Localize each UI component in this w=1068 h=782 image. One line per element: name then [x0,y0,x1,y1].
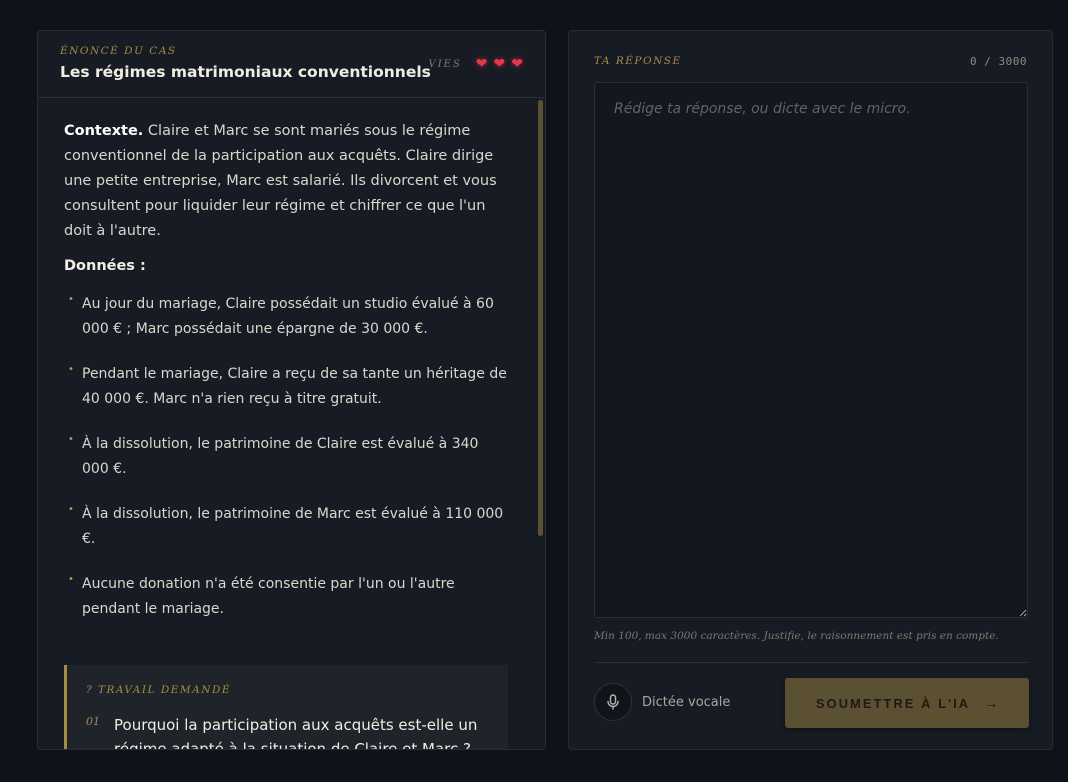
list-item: • Pendant le mariage, Claire a reçu de sa… [68,364,507,407]
answer-hint: Min 100, max 3000 caractères. Justifie, … [594,630,999,642]
voice-dictation-button[interactable] [594,683,632,721]
lives-indicator: VIES ❤ ❤ ❤ [428,57,523,71]
context-label: Contexte. [64,123,144,139]
case-header: ÉNONCÉ DU CAS Les régimes matrimoniaux c… [38,31,545,98]
data-list: • Au jour du mariage, Claire possédait un… [64,292,509,621]
case-title: Les régimes matrimoniaux conventionnels [60,63,431,81]
list-item: • À la dissolution, le patrimoine de Marc… [68,504,504,547]
list-item: • À la dissolution, le patrimoine de Clai… [68,434,479,477]
submit-button[interactable]: SOUMETTRE À L'IA → [785,678,1029,728]
list-item: • Au jour du mariage, Claire possédait un… [68,294,494,337]
answer-label: TA RÉPONSE [594,55,682,67]
statement-scrollbar[interactable] [538,100,543,536]
answer-panel: TA RÉPONSE 0 / 3000 Min 100, max 3000 ca… [568,30,1053,750]
lives-label: VIES [428,58,462,70]
bullet-icon: • [68,434,74,445]
data-title: Données : [64,258,146,274]
task-box: ? TRAVAIL DEMANDÉ 01 Pourquoi la partici… [64,665,508,750]
submit-label: SOUMETTRE À L'IA [815,695,971,711]
bullet-icon: • [68,504,74,515]
statement-body: Contexte. Claire et Marc se sont mariés … [64,119,509,642]
heart-icon: ❤ [511,56,523,72]
task-eyebrow: ? TRAVAIL DEMANDÉ [86,684,232,696]
answer-textarea[interactable] [594,82,1028,618]
context-paragraph: Contexte. Claire et Marc se sont mariés … [64,119,509,244]
bullet-icon: • [68,364,74,375]
context-text: Claire et Marc se sont mariés sous le ré… [64,123,497,239]
divider [594,662,1028,663]
voice-dictation-label: Dictée vocale [642,695,731,710]
task-number: 01 [86,715,100,728]
heart-icon: ❤ [475,56,488,72]
list-item: • Aucune donation n'a été consentie par l… [68,574,455,617]
heart-icon: ❤ [493,56,506,72]
task-question: Pourquoi la participation aux acquêts es… [114,716,478,750]
microphone-icon [607,694,619,710]
arrow-right-icon: → [984,695,999,711]
bullet-icon: • [68,294,74,305]
case-panel: ÉNONCÉ DU CAS Les régimes matrimoniaux c… [37,30,546,750]
character-counter: 0 / 3000 [970,55,1027,68]
case-eyebrow: ÉNONCÉ DU CAS [60,45,177,57]
bullet-icon: • [68,574,74,585]
